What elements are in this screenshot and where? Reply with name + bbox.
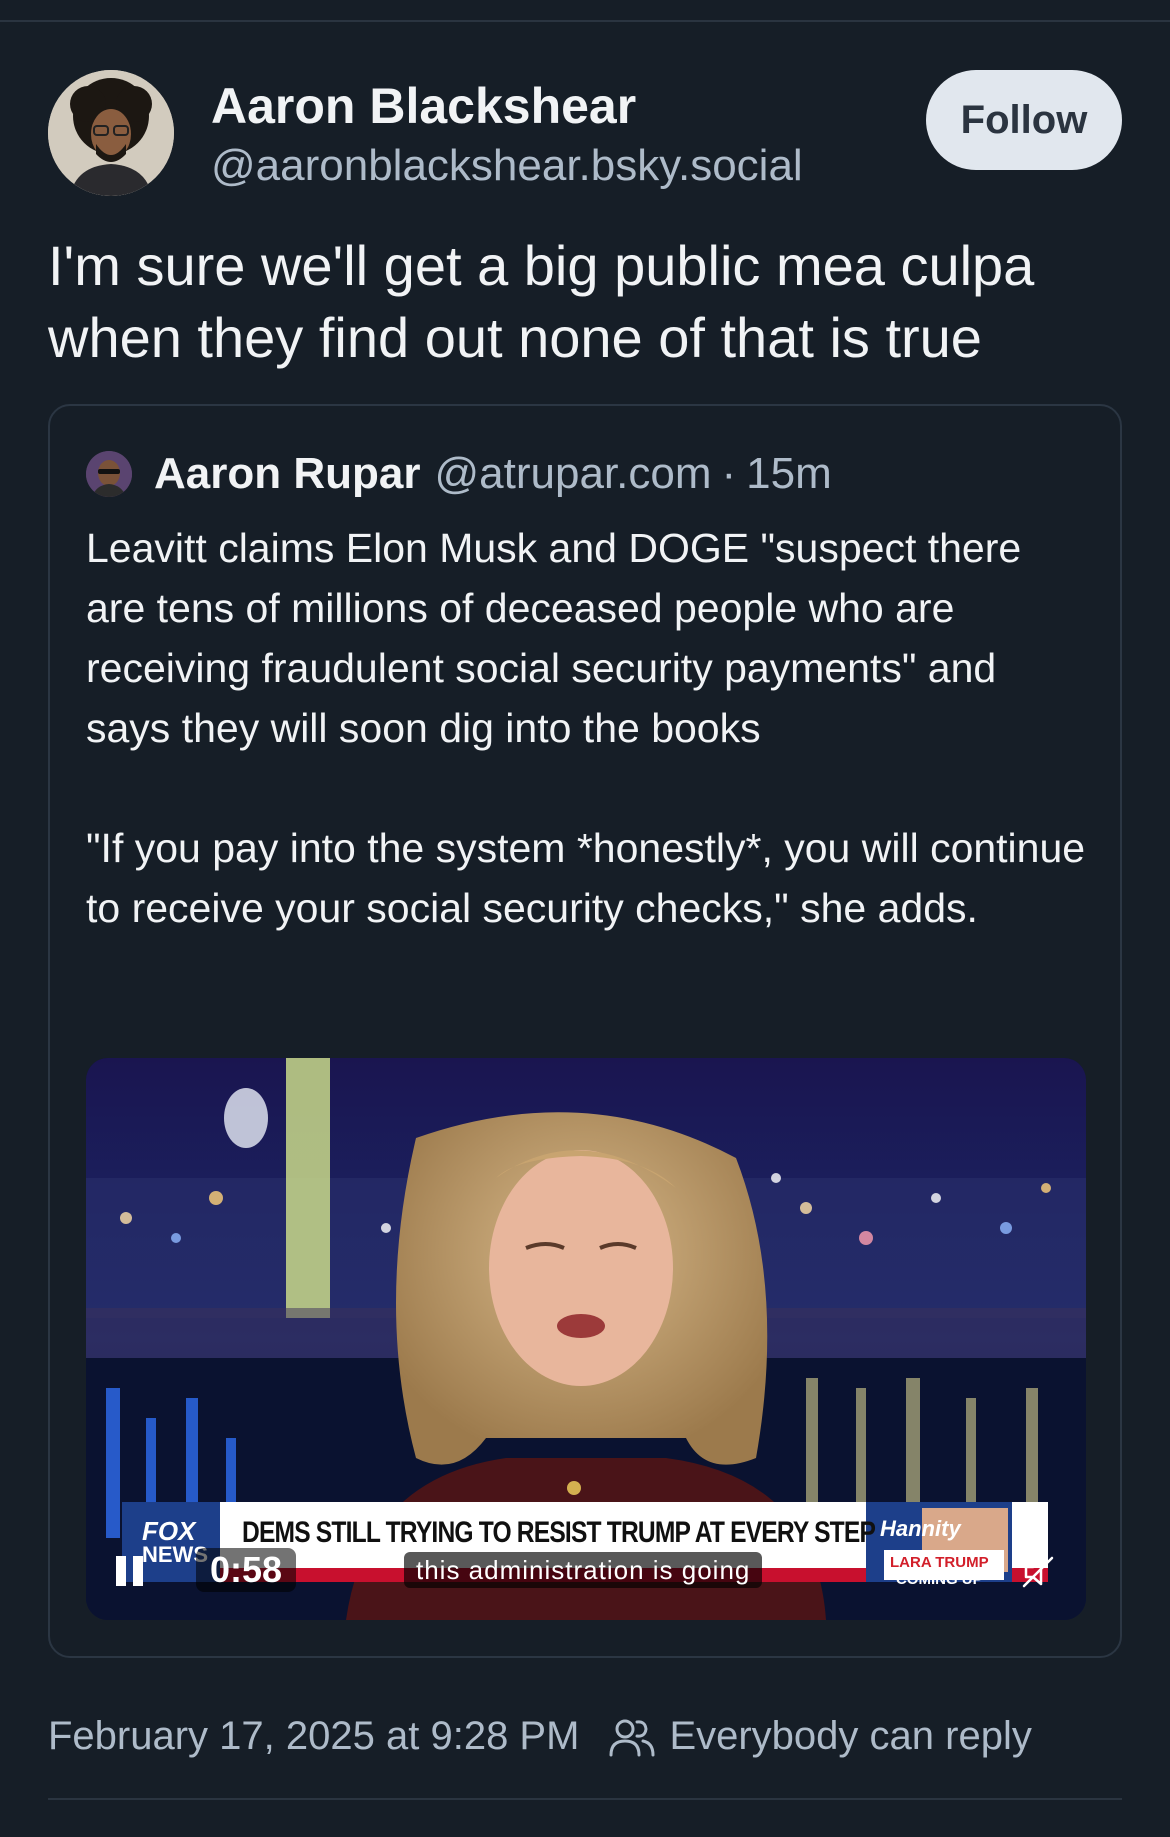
pause-icon[interactable] [116, 1556, 146, 1586]
author-info: Aaron Blackshear @aaronblackshear.bsky.s… [211, 76, 803, 194]
reply-setting-label: Everybody can reply [669, 1714, 1032, 1758]
post-timestamp: February 17, 2025 at 9:28 PM [48, 1714, 580, 1758]
quoted-separator: · [721, 449, 737, 498]
author-avatar[interactable] [48, 70, 174, 196]
video-chyron: DEMS STILL TRYING TO RESIST TRUMP AT EVE… [242, 1516, 876, 1549]
promo-line-1: LARA TRUMP [890, 1554, 989, 1571]
bottom-divider [48, 1798, 1122, 1800]
post: Aaron Blackshear @aaronblackshear.bsky.s… [48, 70, 1122, 1658]
promo-line-2: COMING UP [895, 1571, 983, 1588]
post-header: Aaron Blackshear @aaronblackshear.bsky.s… [48, 70, 1122, 196]
muted-speaker-icon[interactable] [1020, 1554, 1056, 1590]
quoted-post-age: 15m [746, 449, 832, 498]
video-player[interactable]: FOX NEWS DEMS STILL TRYING TO RESIST TRU… [86, 1058, 1086, 1620]
post-text: I'm sure we'll get a big public mea culp… [48, 234, 1035, 369]
quoted-post-header: Aaron Rupar @atrupar.com · 15m [86, 446, 832, 502]
promo-box: LARA TRUMP COMING UP [890, 1554, 989, 1588]
quoted-author-avatar[interactable] [86, 451, 132, 497]
top-divider [0, 20, 1170, 22]
video-duration: 0:58 [196, 1548, 297, 1592]
quoted-author-handle[interactable]: @atrupar.com [434, 449, 711, 499]
quoted-paragraph-1: Leavitt claims Elon Musk and DOGE "suspe… [86, 525, 1022, 751]
author-avatar-image [48, 70, 174, 196]
quoted-paragraph-2: "If you pay into the system *honestly*, … [86, 825, 1086, 931]
quoted-post-text: Leavitt claims Elon Musk and DOGE "suspe… [86, 518, 1086, 938]
quoted-post[interactable]: Aaron Rupar @atrupar.com · 15m Leavitt c… [48, 404, 1122, 1658]
video-caption: this administration is going [404, 1552, 763, 1588]
follow-button[interactable]: Follow [926, 70, 1122, 170]
quoted-author-name[interactable]: Aaron Rupar [154, 449, 420, 499]
people-icon [609, 1719, 655, 1756]
post-meta: February 17, 2025 at 9:28 PM Everybody c… [48, 1714, 1032, 1759]
author-name[interactable]: Aaron Blackshear [211, 76, 803, 136]
reply-setting[interactable]: Everybody can reply [609, 1714, 1032, 1759]
show-tag: Hannity [880, 1516, 961, 1541]
quoted-author-avatar-image [86, 451, 132, 497]
author-handle[interactable]: @aaronblackshear.bsky.social [211, 138, 803, 194]
